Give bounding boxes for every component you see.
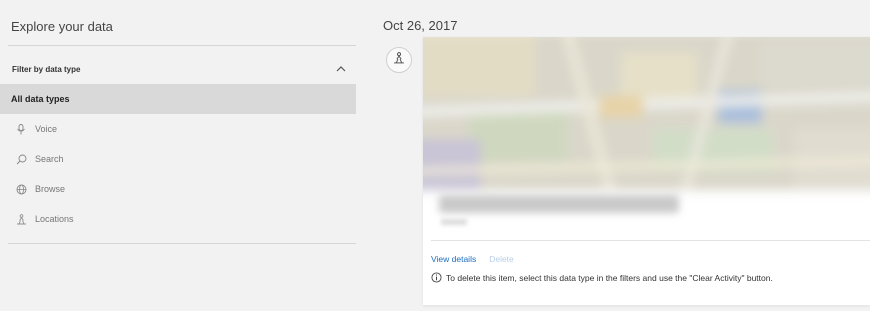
divider — [8, 243, 356, 244]
divider — [8, 45, 356, 46]
delete-link: Delete — [489, 254, 514, 264]
filter-item-all[interactable]: All data types — [0, 84, 356, 114]
info-text: To delete this item, select this data ty… — [446, 272, 773, 283]
globe-icon — [15, 183, 27, 195]
blurred-subtitle — [441, 219, 467, 225]
filter-item-locations[interactable]: Locations — [0, 204, 356, 234]
location-person-icon — [393, 51, 405, 69]
info-icon — [431, 272, 442, 283]
filter-item-label: All data types — [11, 94, 70, 104]
microphone-icon — [15, 123, 27, 135]
map-image — [423, 37, 870, 192]
page-title: Explore your data — [11, 19, 113, 34]
filter-item-label: Voice — [35, 124, 58, 134]
filter-item-browse[interactable]: Browse — [0, 174, 356, 204]
view-details-link[interactable]: View details — [431, 254, 476, 264]
filter-item-label: Search — [35, 154, 64, 164]
blurred-title — [439, 195, 679, 213]
filter-item-voice[interactable]: Voice — [0, 114, 356, 144]
filter-item-label: Locations — [35, 214, 74, 224]
location-person-icon — [15, 213, 27, 225]
chevron-up-icon[interactable] — [332, 62, 350, 76]
date-heading: Oct 26, 2017 — [383, 18, 458, 33]
info-note: To delete this item, select this data ty… — [431, 272, 773, 283]
divider — [431, 240, 870, 241]
search-icon — [15, 153, 27, 165]
filter-item-search[interactable]: Search — [0, 144, 356, 174]
filter-item-label: Browse — [35, 184, 66, 194]
activity-card: View details Delete To delete this item,… — [423, 37, 870, 305]
location-pin — [386, 47, 412, 73]
sidebar: Explore your data Filter by data type Al… — [0, 0, 356, 311]
card-actions: View details Delete — [431, 254, 514, 264]
filter-header[interactable]: Filter by data type — [12, 60, 352, 78]
filter-header-label: Filter by data type — [12, 64, 81, 74]
